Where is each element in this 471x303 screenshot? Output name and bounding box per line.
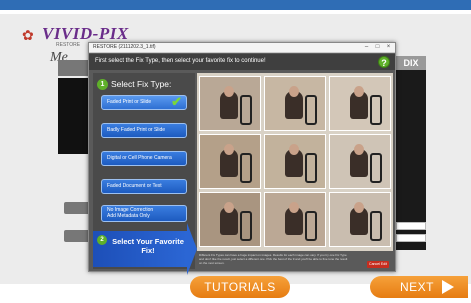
step2-arrow-icon xyxy=(187,223,197,275)
instruction-bar: First select the Fix Type, then select y… xyxy=(89,54,395,70)
logo-text: VIVID-PIX xyxy=(42,24,129,43)
step2-label: Select Your Favorite Fix! xyxy=(112,237,184,255)
fix-preview-thumbnail[interactable] xyxy=(329,192,391,247)
photo-face xyxy=(224,144,234,155)
background-button xyxy=(64,202,90,214)
background-field xyxy=(396,234,426,242)
background-tab xyxy=(58,60,88,76)
fix-type-panel: 1 Select Fix Type: Faded Print or Slide … xyxy=(93,73,197,275)
dialog-title: RESTORE (2111202.3_1.tif) xyxy=(93,44,156,50)
fix-preview-thumbnail[interactable] xyxy=(199,76,261,131)
photo-face xyxy=(289,202,299,213)
next-button[interactable]: NEXT xyxy=(370,276,468,298)
next-label: NEXT xyxy=(400,280,435,294)
flower-logo-icon: ✿ xyxy=(22,27,34,43)
step1-label: Select Fix Type: xyxy=(111,79,172,89)
photo-face xyxy=(354,144,364,155)
photo-face xyxy=(224,202,234,213)
help-icon[interactable]: ? xyxy=(378,56,390,68)
fix-preview-thumbnail[interactable] xyxy=(329,76,391,131)
fix-preview-thumbnail[interactable] xyxy=(264,76,326,131)
instruction-text: First select the Fix Type, then select y… xyxy=(95,58,266,64)
fix-preview-thumbnail[interactable] xyxy=(199,134,261,189)
arrow-right-icon xyxy=(442,280,454,294)
photo-chair xyxy=(240,211,252,241)
step1-number-badge: 1 xyxy=(97,78,108,90)
fix-preview-thumbnail[interactable] xyxy=(264,192,326,247)
fix-type-label: Digital or Cell Phone Camera xyxy=(107,155,172,161)
fix-type-badly-faded-button[interactable]: Badly Faded Print or Slide xyxy=(101,123,187,138)
top-banner xyxy=(0,0,471,10)
photo-face xyxy=(289,86,299,97)
fix-preview-thumbnail[interactable] xyxy=(329,134,391,189)
dialog-titlebar: RESTORE (2111202.3_1.tif) – □ × xyxy=(89,43,395,53)
tutorials-button[interactable]: TUTORIALS xyxy=(190,276,290,298)
fix-preview-grid xyxy=(197,73,393,251)
checkmark-icon: ✔ xyxy=(171,95,182,109)
fix-type-label: Faded Print or Slide xyxy=(107,99,152,105)
photo-chair xyxy=(305,95,317,125)
fix-preview-thumbnail[interactable] xyxy=(199,192,261,247)
photo-face xyxy=(289,144,299,155)
photo-chair xyxy=(370,95,382,125)
restore-dialog: RESTORE (2111202.3_1.tif) – □ × First se… xyxy=(88,42,396,275)
step1-header: 1 Select Fix Type: xyxy=(97,77,171,91)
photo-face xyxy=(354,86,364,97)
step2-callout: 2 Select Your Favorite Fix! xyxy=(93,231,187,267)
maximize-icon[interactable]: □ xyxy=(373,44,382,51)
photo-chair xyxy=(305,153,317,183)
fix-type-faded-print-button[interactable]: Faded Print or Slide ✔ xyxy=(101,95,187,110)
fix-type-no-correction-button[interactable]: No Image Correction Add Metadata Only xyxy=(101,205,187,222)
photo-chair xyxy=(305,211,317,241)
step2-number-badge: 2 xyxy=(97,235,107,245)
fix-type-label: Add Metadata Only xyxy=(107,213,150,219)
photo-chair xyxy=(370,211,382,241)
photo-chair xyxy=(240,95,252,125)
close-icon[interactable]: × xyxy=(384,44,393,51)
photo-chair xyxy=(240,153,252,183)
fix-type-digital-camera-button[interactable]: Digital or Cell Phone Camera xyxy=(101,151,187,166)
fix-preview-thumbnail[interactable] xyxy=(264,134,326,189)
photo-face xyxy=(354,202,364,213)
background-panel-label: DIX xyxy=(396,56,426,70)
fix-type-label: Faded Document or Text xyxy=(107,183,162,189)
background-button xyxy=(64,230,90,242)
fix-type-faded-document-button[interactable]: Faded Document or Text xyxy=(101,179,187,194)
info-text: Different Fix Types can have a huge impa… xyxy=(199,253,348,265)
logo-subtext: RESTORE xyxy=(56,42,81,48)
cancel-edit-button[interactable]: Cancel Edit xyxy=(367,261,389,268)
window-controls: – □ × xyxy=(362,44,393,51)
background-field xyxy=(396,222,426,230)
photo-chair xyxy=(370,153,382,183)
minimize-icon[interactable]: – xyxy=(362,44,371,51)
background-preview-left xyxy=(58,78,88,154)
fix-type-label: Badly Faded Print or Slide xyxy=(107,127,166,133)
photo-face xyxy=(224,86,234,97)
